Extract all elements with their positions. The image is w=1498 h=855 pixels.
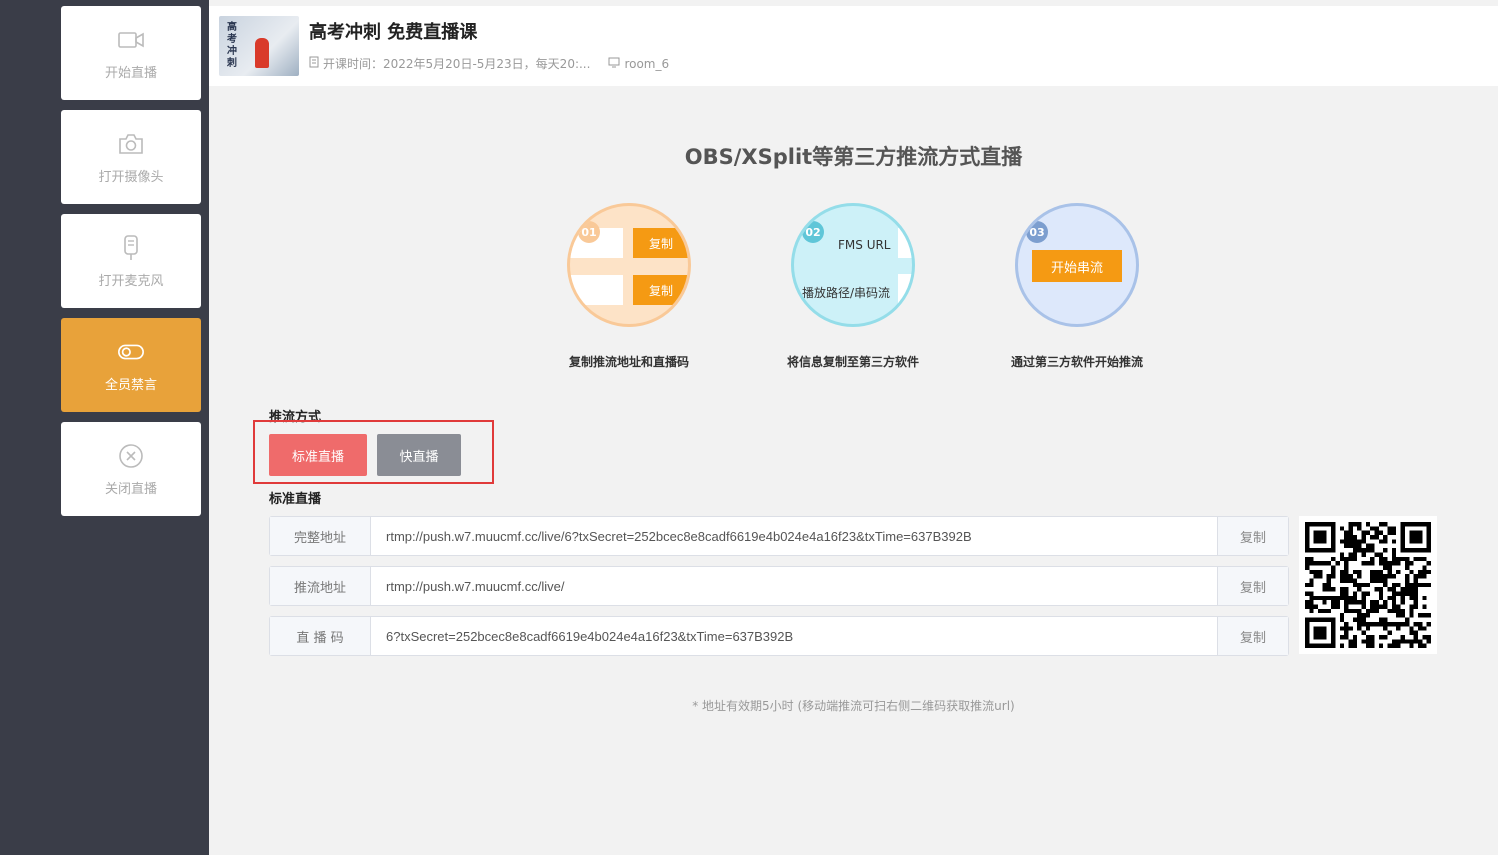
open-camera-label: 打开摄像头	[98, 169, 164, 185]
page-heading: OBS/XSplit等第三方推流方式直播	[684, 145, 1023, 169]
main-panel: 高考冲刺 高考冲刺 免费直播课 开课时间：2022年5月20日-5月23日，每天…	[209, 0, 1498, 855]
step-3-illustration: 开始串流 03	[1015, 203, 1139, 327]
stream-key-value[interactable]: 6?txSecret=252bcec8e8cadf6619e4b024e4a16…	[371, 617, 1217, 655]
full-address-value[interactable]: rtmp://push.w7.muucmf.cc/live/6?txSecret…	[371, 517, 1217, 555]
course-cover-image: 高考冲刺	[219, 16, 299, 76]
close-live-label: 关闭直播	[104, 481, 157, 497]
camera-icon	[117, 130, 145, 158]
course-title: 高考冲刺 免费直播课	[309, 22, 478, 43]
start-live-button[interactable]: 开始直播	[61, 6, 201, 100]
step-2: FMS URL 播放路径/串码流 02 将信息复制至第三方软件	[787, 203, 919, 369]
validity-note: * 地址有效期5小时 (移动端推流可扫右侧二维码获取推流url)	[692, 699, 1015, 713]
copy-stream-key-button[interactable]: 复制	[1217, 617, 1288, 655]
close-circle-icon	[117, 442, 145, 470]
step-1-illustration: 复制 复制 01	[567, 203, 691, 327]
step-2-fms-url: FMS URL	[838, 238, 891, 252]
full-address-label: 完整地址	[270, 517, 371, 555]
sidebar: 开始直播 打开摄像头 打开麦克风 全员禁言 关闭直播	[0, 0, 209, 855]
copy-push-address-button[interactable]: 复制	[1217, 567, 1288, 605]
qr-code-icon	[1299, 516, 1437, 654]
standard-live-label: 标准直播	[269, 492, 322, 507]
step-1-copy-1: 复制	[633, 228, 688, 258]
step-1-copy-2: 复制	[633, 275, 688, 305]
full-address-row: 完整地址 rtmp://push.w7.muucmf.cc/live/6?txS…	[269, 516, 1289, 556]
standard-live-button[interactable]: 标准直播	[269, 434, 367, 476]
push-method-selector: 标准直播 快直播	[253, 420, 494, 484]
cover-text: 高考冲刺	[227, 22, 237, 69]
video-camera-icon	[117, 26, 145, 54]
monitor-icon	[608, 57, 620, 71]
open-microphone-label: 打开麦克风	[98, 273, 164, 289]
course-meta: 开课时间：2022年5月20日-5月23日，每天20:... room_6	[309, 55, 669, 72]
fast-live-button[interactable]: 快直播	[377, 434, 461, 476]
step-1-number: 01	[578, 221, 600, 243]
step-3-caption: 通过第三方软件开始推流	[1010, 355, 1143, 369]
toggle-icon	[117, 338, 145, 366]
copy-full-address-button[interactable]: 复制	[1217, 517, 1288, 555]
start-live-label: 开始直播	[104, 65, 157, 81]
close-live-button[interactable]: 关闭直播	[61, 422, 201, 516]
push-address-value[interactable]: rtmp://push.w7.muucmf.cc/live/	[371, 567, 1217, 605]
microphone-icon	[117, 234, 145, 262]
stream-key-row: 直 播 码 6?txSecret=252bcec8e8cadf6619e4b02…	[269, 616, 1289, 656]
step-2-illustration: FMS URL 播放路径/串码流 02	[791, 203, 915, 327]
step-3-start-stream: 开始串流	[1032, 250, 1122, 282]
room-name: room_6	[624, 56, 670, 71]
stream-key-label: 直 播 码	[270, 617, 371, 655]
room-info: room_6	[608, 57, 669, 71]
step-2-caption: 将信息复制至第三方软件	[786, 355, 919, 369]
step-2-number: 02	[802, 221, 824, 243]
step-1-caption: 复制推流地址和直播码	[568, 355, 689, 369]
step-1: 复制 复制 01 复制推流地址和直播码	[567, 203, 691, 369]
mute-all-button[interactable]: 全员禁言	[61, 318, 201, 412]
push-address-label: 推流地址	[270, 567, 371, 605]
mute-all-label: 全员禁言	[104, 377, 157, 393]
step-2-play-path: 播放路径/串码流	[802, 286, 891, 300]
open-camera-button[interactable]: 打开摄像头	[61, 110, 201, 204]
document-icon	[309, 56, 319, 71]
step-3: 开始串流 03 通过第三方软件开始推流	[1011, 203, 1143, 369]
course-time: 开课时间：2022年5月20日-5月23日，每天20:...	[323, 57, 591, 71]
push-address-row: 推流地址 rtmp://push.w7.muucmf.cc/live/ 复制	[269, 566, 1289, 606]
open-microphone-button[interactable]: 打开麦克风	[61, 214, 201, 308]
step-3-number: 03	[1026, 221, 1048, 243]
course-header: 高考冲刺 高考冲刺 免费直播课 开课时间：2022年5月20日-5月23日，每天…	[209, 6, 1498, 86]
